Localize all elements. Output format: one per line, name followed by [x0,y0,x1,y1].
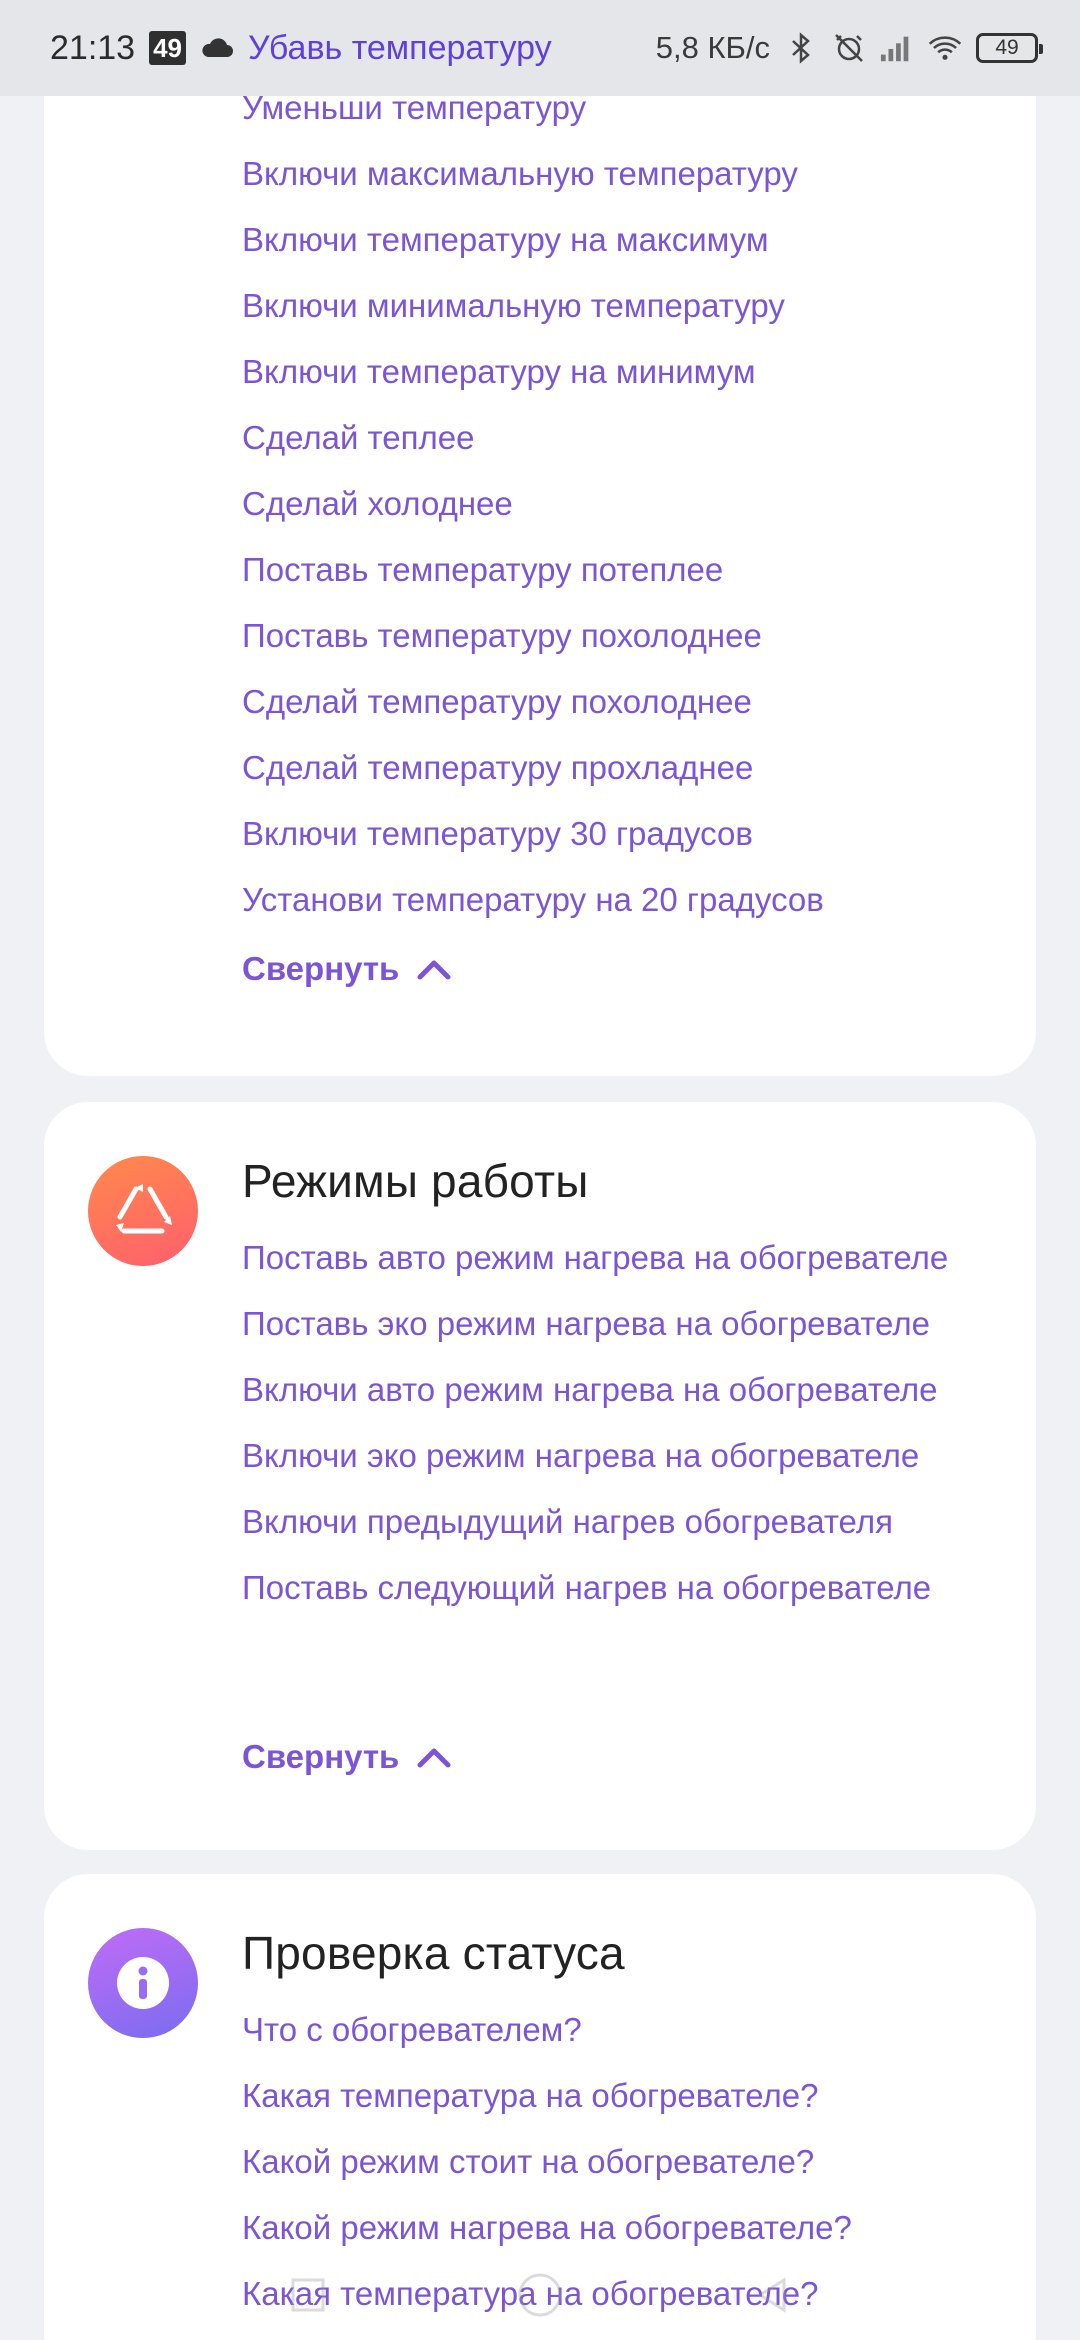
system-nav-bar [0,2250,1080,2340]
command-item[interactable]: Поставь авто режим нагрева на обогревате… [242,1236,1022,1280]
network-speed: 5,8 КБ/с [655,30,770,65]
notification-text: Убавь температуру [248,28,552,67]
modes-command-list: Поставь авто режим нагрева на обогревате… [242,1236,1022,1632]
collapse-button[interactable]: Свернуть [242,950,451,988]
command-item[interactable]: Какой режим нагрева на обогревателе? [242,2206,1022,2250]
command-item[interactable]: Включи максимальную температуру [242,152,1022,196]
command-item[interactable]: Включи температуру 30 градусов [242,812,1022,856]
command-item[interactable]: Включи минимальную температуру [242,284,1022,328]
command-item[interactable]: Поставь эко режим нагрева на обогревател… [242,1302,1022,1346]
command-item[interactable]: Сделай теплее [242,416,1022,460]
collapse-label: Свернуть [242,950,400,987]
command-item[interactable]: Сделай температуру прохладнее [242,746,1022,790]
command-item[interactable]: Включи эко режим нагрева на обогревателе [242,1434,1022,1478]
cloud-icon [200,37,234,59]
alarm-off-icon [832,31,866,65]
command-item[interactable]: Какой режим стоит на обогревателе? [242,2140,1022,2184]
command-item[interactable]: Что с обогревателем? [242,2008,1022,2052]
temperature-commands-card: Уменьши температуру Включи максимальную … [44,0,1036,1076]
card-title: Режимы работы [242,1155,589,1207]
chevron-up-icon [417,960,451,980]
collapse-button[interactable]: Свернуть [242,1738,451,1776]
wifi-icon [928,31,962,65]
status-bar: 21:13 49 Убавь температуру 5,8 КБ/с 49 [0,0,1080,96]
back-icon[interactable] [754,2277,790,2313]
command-item[interactable]: Какая температура на обогревателе? [242,2074,1022,2118]
clock: 21:13 [50,28,136,67]
command-item[interactable]: Сделай холоднее [242,482,1022,526]
collapse-label: Свернуть [242,1738,400,1775]
status-bar-left: 21:13 49 Убавь температуру [50,29,552,68]
notification-count-badge: 49 [149,31,187,65]
signal-icon [880,31,914,65]
command-item[interactable]: Включи температуру на максимум [242,218,1022,262]
home-icon[interactable] [516,2271,564,2319]
command-item[interactable]: Сделай температуру похолоднее [242,680,1022,724]
command-item[interactable]: Поставь температуру потеплее [242,548,1022,592]
recycle-triangle-icon [88,1156,198,1266]
command-item[interactable]: Поставь следующий нагрев на обогревателе [242,1566,1022,1610]
command-item[interactable]: Включи авто режим нагрева на обогревател… [242,1368,1022,1412]
bluetooth-icon [784,31,818,65]
command-item[interactable]: Поставь температуру похолоднее [242,614,1022,658]
screen: 21:13 49 Убавь температуру 5,8 КБ/с 49 У… [0,0,1080,2340]
temperature-command-list: Уменьши температуру Включи максимальную … [242,86,1022,944]
card-title: Проверка статуса [242,1927,625,1979]
info-icon [88,1928,198,2038]
battery-icon: 49 [976,33,1043,63]
status-bar-right: 5,8 КБ/с 49 [655,30,1043,66]
chevron-up-icon [417,1748,451,1768]
command-item[interactable]: Включи предыдущий нагрев обогревателя [242,1500,1022,1544]
command-item[interactable]: Включи температуру на минимум [242,350,1022,394]
recents-icon[interactable] [290,2277,326,2313]
modes-card: Режимы работы Поставь авто режим нагрева… [44,1102,1036,1850]
command-item[interactable]: Установи температуру на 20 градусов [242,878,1022,922]
